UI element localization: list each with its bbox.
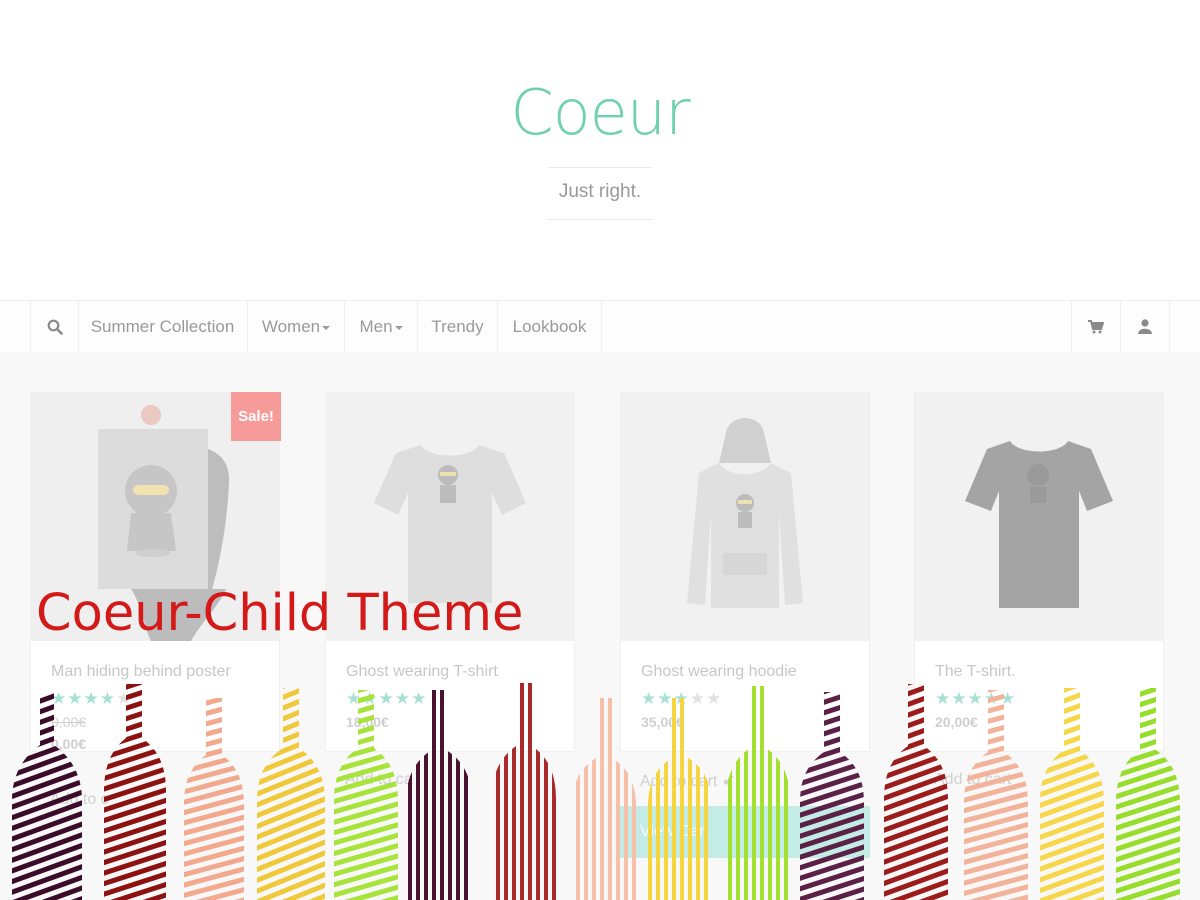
nav-item-trendy[interactable]: Trendy xyxy=(418,301,498,352)
check-icon: ✔ xyxy=(721,773,736,790)
rating-stars: ★★★★★ xyxy=(51,689,133,708)
chevron-down-icon xyxy=(394,325,403,330)
add-to-cart-button[interactable]: Add to cart xyxy=(934,771,1011,789)
add-to-cart-button[interactable]: Add to c xyxy=(50,791,109,809)
search-button[interactable] xyxy=(30,301,79,352)
product-price: 18,00€ xyxy=(346,714,389,730)
old-price: 0,00€ xyxy=(51,714,87,730)
sale-badge: Sale! xyxy=(231,392,281,441)
cart-button[interactable] xyxy=(1071,301,1121,352)
rating-stars: ★★★★★ xyxy=(935,689,1017,708)
product-image[interactable] xyxy=(621,393,869,641)
dark-tshirt-image xyxy=(915,393,1163,641)
product-card: Man hiding behind poster ★★★★★ 0,00€ 0,0… xyxy=(30,392,280,752)
nav-item-lookbook[interactable]: Lookbook xyxy=(498,301,602,352)
account-button[interactable] xyxy=(1120,301,1170,352)
rating-stars: ★★★★★ xyxy=(641,689,723,708)
nav-item-summer-collection[interactable]: Summer Collection xyxy=(78,301,248,352)
view-cart-button[interactable]: View Cart xyxy=(620,806,870,858)
product-title[interactable]: Ghost wearing hoodie xyxy=(641,663,797,681)
site-header: Coeur Just right. xyxy=(0,0,1200,300)
nav-label: Lookbook xyxy=(512,316,587,336)
product-price: 0,00€ xyxy=(51,736,87,752)
add-to-cart-label: Add to cart xyxy=(640,773,718,790)
search-icon xyxy=(47,319,63,335)
product-title[interactable]: The T-shirt. xyxy=(935,663,1016,681)
add-to-cart-button[interactable]: Add to cart ✔ xyxy=(640,771,735,791)
chevron-down-icon xyxy=(322,325,331,330)
product-price: 20,00€ xyxy=(935,714,978,730)
product-title[interactable]: Man hiding behind poster xyxy=(51,663,231,681)
nav-label: Women xyxy=(261,316,321,336)
add-to-cart-button[interactable]: Add to ca xyxy=(345,771,413,789)
site-tagline: Just right. xyxy=(558,181,642,202)
product-price: 35,00€ xyxy=(641,714,684,730)
rating-stars: ★★★★★ xyxy=(346,689,428,708)
tagline-divider-top xyxy=(548,167,652,168)
main-navigation: Summer Collection Women Men Trendy Lookb… xyxy=(0,300,1200,353)
nav-item-women[interactable]: Women xyxy=(248,301,345,352)
nav-label: Summer Collection xyxy=(90,316,235,336)
product-card: Ghost wearing hoodie ★★★★★ 35,00€ xyxy=(620,392,870,752)
hoodie-image xyxy=(621,393,869,641)
user-icon xyxy=(1137,319,1152,334)
product-title[interactable]: Ghost wearing T-shirt xyxy=(346,663,498,681)
site-title[interactable]: Coeur xyxy=(0,76,1200,149)
child-theme-title: Coeur-Child Theme xyxy=(36,584,524,643)
product-card: Ghost wearing T-shirt ★★★★★ 18,00€ xyxy=(325,392,575,752)
product-card: The T-shirt. ★★★★★ 20,00€ xyxy=(914,392,1164,752)
product-image[interactable] xyxy=(915,393,1163,641)
tagline-divider-bottom xyxy=(548,219,652,220)
nav-label: Trendy xyxy=(431,316,484,336)
cart-icon xyxy=(1088,319,1104,333)
nav-label: Men xyxy=(359,316,393,336)
nav-item-men[interactable]: Men xyxy=(345,301,418,352)
